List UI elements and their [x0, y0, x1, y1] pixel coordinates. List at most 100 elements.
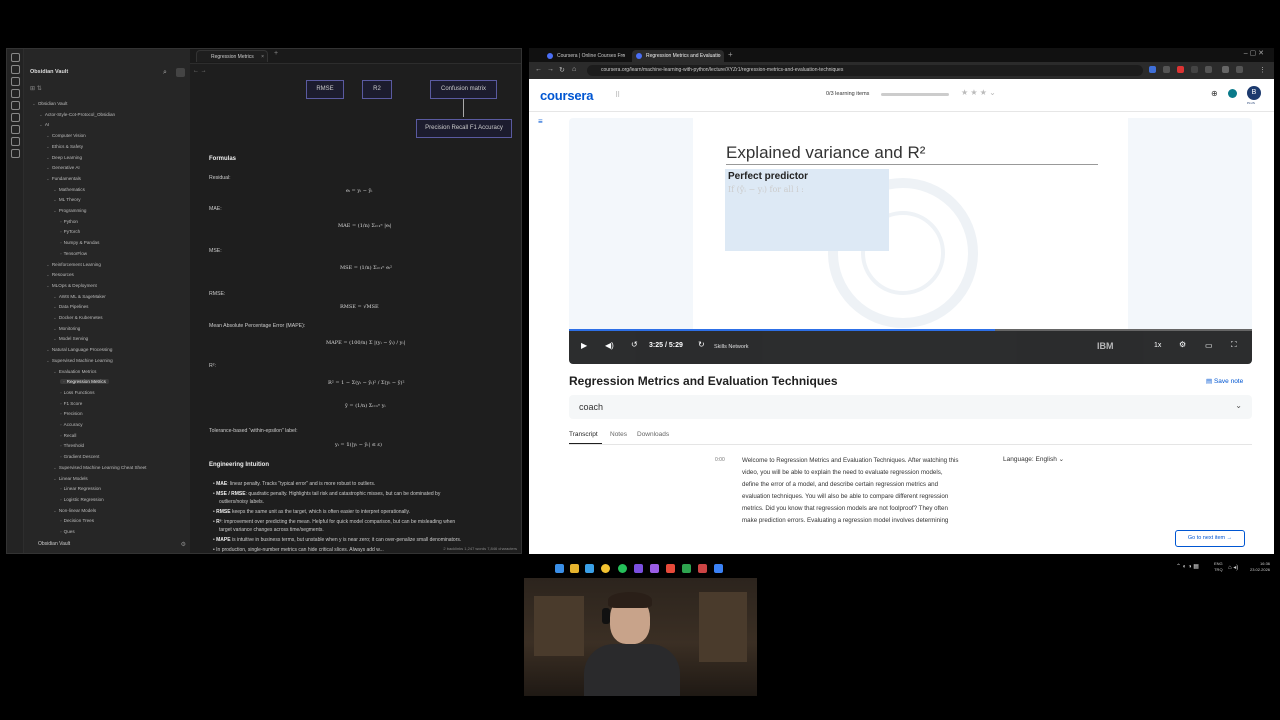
close-icon[interactable]: ×	[717, 50, 720, 62]
app-icon[interactable]	[682, 564, 691, 573]
tree-item[interactable]: ⌄ Docker & Kubernetes	[53, 315, 103, 321]
hamburger-icon[interactable]: ≡	[538, 117, 543, 126]
back-icon[interactable]: ←	[535, 66, 542, 73]
window-controls[interactable]: – ▢ ✕	[1244, 49, 1264, 57]
tree-item[interactable]: ▫ Numpy & Pandas	[60, 240, 99, 245]
calendar-icon[interactable]	[11, 113, 20, 122]
tree-item[interactable]: ⌄ Monitoring	[53, 326, 80, 332]
transcript-timestamp[interactable]: 0:00	[715, 457, 725, 463]
tree-item[interactable]: ▫ Ques	[60, 529, 75, 534]
bookmark-icon[interactable]	[11, 77, 20, 86]
language-indicator[interactable]: ENG TRQ	[1214, 561, 1223, 573]
tree-item[interactable]: ⌄ Resources	[46, 272, 74, 278]
graph-icon[interactable]	[11, 89, 20, 98]
tree-item[interactable]: ▫ Linear Regression	[60, 486, 101, 491]
save-note-button[interactable]: ▤ Save note	[1206, 377, 1243, 385]
whatsapp-icon[interactable]	[618, 564, 627, 573]
nav-back-icon[interactable]: ← →	[193, 68, 207, 74]
plugin-icon[interactable]	[11, 149, 20, 158]
play-icon[interactable]: ▶	[581, 341, 587, 350]
tree-item[interactable]: ▫ Threshold	[60, 443, 84, 448]
tree-item[interactable]: ⌄ Actor-Style-Cot-Protocol_Obsidian	[39, 112, 115, 118]
coach-panel[interactable]: coach ⌄	[569, 395, 1252, 419]
transcript-line[interactable]: video, you will be able to explain the n…	[742, 469, 943, 476]
tree-item[interactable]: ⌄ MLOps & Deployment	[46, 283, 97, 289]
settings-gear-icon[interactable]: ⚙	[1179, 340, 1186, 349]
extension-icon[interactable]	[1149, 66, 1156, 73]
video-player[interactable]: Explained variance and R² Perfect predic…	[569, 118, 1252, 364]
vault-switcher[interactable]: Obsidian Vault	[38, 541, 70, 547]
extension-icon[interactable]	[1191, 66, 1198, 73]
menu-icon[interactable]: ⋮	[1259, 66, 1266, 74]
app-icon[interactable]	[666, 564, 675, 573]
coursera-logo[interactable]: coursera	[540, 88, 594, 103]
transcript-line[interactable]: Welcome to Regression Metrics and Evalua…	[742, 457, 958, 464]
go-to-next-item-button[interactable]: Go to next item →	[1175, 530, 1245, 547]
tree-item[interactable]: ▫ Accuracy	[60, 422, 83, 427]
tree-item[interactable]: ⌄ Ethics & Safety	[46, 144, 83, 150]
settings-gear-icon[interactable]: ⚙	[181, 541, 186, 548]
tree-item[interactable]: ⌄ Mathematics	[53, 187, 85, 193]
globe-icon[interactable]: ⊕	[1211, 89, 1218, 98]
tray-icons[interactable]: ⌃ ◐ ◑ ▦	[1176, 563, 1199, 570]
app-icon[interactable]	[650, 564, 659, 573]
tree-item[interactable]: ▫ Python	[60, 219, 78, 224]
chevron-down-icon[interactable]: ⌄	[1235, 401, 1242, 410]
transcript-line[interactable]: metrics. Did you know that regression mo…	[742, 505, 948, 512]
forward-icon[interactable]: ↻	[698, 340, 705, 349]
avatar[interactable]: B	[1247, 86, 1261, 100]
tree-item[interactable]: ⌄ Evaluation Metrics	[53, 369, 96, 375]
tree-item[interactable]: ▫ Regression Metrics	[60, 379, 109, 385]
volume-icon[interactable]: ◀)	[605, 341, 614, 350]
app-icon[interactable]	[698, 564, 707, 573]
tab-regression-metrics[interactable]: Regression Metrics ×	[196, 50, 268, 62]
obsidian-icon[interactable]	[634, 564, 643, 573]
new-tab-icon[interactable]: +	[728, 50, 733, 59]
transcript-line[interactable]: make prediction errors. Evaluating a reg…	[742, 517, 948, 524]
terminal-icon[interactable]	[11, 137, 20, 146]
tab-regression-lecture[interactable]: Regression Metrics and Evaluatio ×	[632, 50, 724, 62]
tree-item[interactable]: ▫ Precision	[60, 411, 83, 416]
tree-item[interactable]: ▫ PyTorch	[60, 229, 80, 234]
tree-item[interactable]: ⌄ Computer Vision	[46, 133, 86, 139]
download-icon[interactable]	[1222, 66, 1229, 73]
tab-coursera-home[interactable]: Coursera | Online Courses Fro ×	[543, 50, 629, 62]
transcript-line[interactable]: define the error of a model, and describ…	[742, 481, 938, 488]
tree-item[interactable]: ⌄ Supervised Machine Learning	[46, 358, 113, 364]
extension-icon[interactable]	[1163, 66, 1170, 73]
profile-icon[interactable]	[1236, 66, 1243, 73]
tree-item[interactable]: ⌄ Programming	[53, 208, 86, 214]
tree-item[interactable]: ▫ Decision Trees	[60, 518, 94, 523]
file-explorer-icon[interactable]	[570, 564, 579, 573]
tree-item[interactable]: ▫ Recall	[60, 433, 76, 438]
tree-item[interactable]: ⌄ Linear Models	[53, 476, 88, 482]
tab-transcript[interactable]: Transcript	[569, 431, 598, 438]
steam-icon[interactable]	[714, 564, 723, 573]
tree-item[interactable]: ▫ Gradient Descent	[60, 454, 99, 459]
search-icon[interactable]: ⌕	[163, 69, 167, 77]
tree-item[interactable]: ▫ Logistic Regression	[60, 497, 104, 502]
tree-item[interactable]: ⌄ Generative AI	[46, 165, 80, 171]
tree-item[interactable]: ⌄ Obsidian Vault	[32, 101, 67, 107]
tree-item[interactable]: ⌄ Supervised Machine Learning Cheat Sheet	[53, 465, 146, 471]
tab-notes[interactable]: Notes	[610, 431, 627, 438]
edge-icon[interactable]	[585, 564, 594, 573]
tree-item[interactable]: ▫ F1 Score	[60, 401, 82, 406]
tree-item[interactable]: ▫ Loss Functions	[60, 390, 95, 395]
fullscreen-icon[interactable]: ⛶	[1231, 340, 1237, 350]
tree-item[interactable]: ⌄ Deep Learning	[46, 155, 82, 161]
tree-item[interactable]: ⌄ ML Theory	[53, 197, 81, 203]
template-icon[interactable]	[11, 125, 20, 134]
address-bar[interactable]: coursera.org/learn/machine-learning-with…	[587, 65, 1143, 76]
language-selector[interactable]: Language: English ⌄	[1003, 455, 1064, 463]
tree-item[interactable]: ⌄ Data Pipelines	[53, 304, 88, 310]
new-note-button[interactable]	[176, 68, 185, 77]
picture-in-picture-icon[interactable]: ▭	[1205, 341, 1213, 350]
tray-status-icons[interactable]: ⌂ ◂)	[1228, 564, 1238, 571]
extension-icon[interactable]	[1177, 66, 1184, 73]
canvas-icon[interactable]	[11, 101, 20, 110]
tree-item[interactable]: ⌄ AI	[39, 122, 49, 128]
home-icon[interactable]: ⌂	[572, 66, 576, 73]
tree-item[interactable]: ⌄ Fundamentals	[46, 176, 81, 182]
tree-item[interactable]: ⌄ Reinforcement Learning	[46, 262, 101, 268]
